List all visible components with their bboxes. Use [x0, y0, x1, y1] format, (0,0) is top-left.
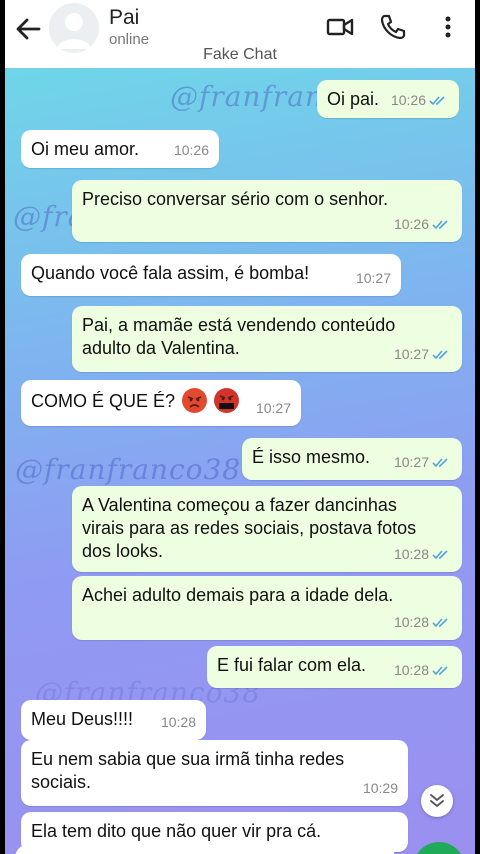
message-text: É isso mesmo.: [252, 447, 371, 467]
message-text: E fui falar com ela.: [217, 655, 367, 675]
message-time: 10:29: [362, 780, 398, 796]
message-text: Preciso conversar sério com o senhor.: [82, 189, 389, 209]
message-incoming[interactable]: Quando você fala assim, é bomba! 10:27: [21, 254, 401, 296]
message-incoming[interactable]: Meu Deus!!!! 10:28: [21, 700, 206, 740]
message-outgoing[interactable]: Preciso conversar sério com o senhor. 10…: [72, 180, 462, 242]
message-meta: 10:28: [394, 543, 450, 566]
message-text: Pai, a mamãe está vendendo conteúdo adul…: [82, 315, 396, 358]
voice-call-icon[interactable]: [378, 12, 408, 42]
message-text: A Valentina começou a fazer dancinhas vi…: [82, 495, 417, 561]
double-chevron-down-icon: [430, 794, 444, 807]
message-outgoing[interactable]: É isso mesmo. 10:27: [242, 438, 462, 480]
read-ticks-icon: [432, 666, 448, 676]
message-input-bar[interactable]: [15, 844, 395, 854]
message-meta: 10:28: [394, 611, 450, 634]
read-ticks-icon: [432, 458, 448, 468]
chat-header: Pai online Fake Chat: [5, 0, 475, 68]
message-time: 10:27: [355, 270, 391, 286]
read-ticks-icon: [432, 550, 448, 560]
message-meta: 10:26: [394, 213, 450, 236]
message-incoming[interactable]: COMO É QUE É? 10:27: [21, 380, 301, 426]
message-meta: 10:28: [394, 659, 450, 682]
face-with-symbols-icon: [214, 388, 240, 413]
message-time: 10:27: [393, 346, 429, 362]
chat-subtitle: Fake Chat: [203, 46, 277, 63]
message-time: 10:28: [393, 614, 429, 630]
message-outgoing[interactable]: E fui falar com ela. 10:28: [207, 646, 462, 688]
message-incoming[interactable]: Oi meu amor. 10:26: [21, 130, 219, 168]
message-outgoing[interactable]: Oi pai. 10:26: [317, 80, 459, 118]
message-meta: 10:26: [391, 89, 447, 112]
message-outgoing[interactable]: Achei adulto demais para a idade dela. 1…: [72, 576, 462, 640]
message-time: 10:26: [390, 92, 426, 108]
angry-face-icon: [182, 388, 208, 413]
message-time: 10:28: [393, 546, 429, 562]
message-text: Achei adulto demais para a idade dela.: [82, 585, 394, 605]
message-text: Oi meu amor.: [31, 139, 140, 159]
message-meta: 10:27: [394, 451, 450, 474]
message-area[interactable]: @franfranco @fran @franfranco38 @franfra…: [5, 68, 475, 854]
back-arrow-icon[interactable]: [13, 14, 43, 44]
scroll-to-bottom-button[interactable]: [421, 785, 453, 817]
message-outgoing[interactable]: A Valentina começou a fazer dancinhas vi…: [72, 486, 462, 572]
chat-screen: Pai online Fake Chat @franfranco @fran @…: [5, 0, 475, 854]
message-text: COMO É QUE É?: [31, 391, 176, 411]
message-time: 10:28: [393, 662, 429, 678]
read-ticks-icon: [429, 96, 445, 106]
message-text: Quando você fala assim, é bomba!: [31, 263, 310, 283]
message-time: 10:26: [393, 216, 429, 232]
message-incoming[interactable]: Eu nem sabia que sua irmã tinha redes so…: [21, 740, 408, 806]
message-outgoing[interactable]: Pai, a mamãe está vendendo conteúdo adul…: [72, 306, 462, 372]
message-text: Eu nem sabia que sua irmã tinha redes so…: [31, 749, 345, 792]
read-ticks-icon: [432, 220, 448, 230]
watermark: @franfranco38: [15, 453, 242, 486]
read-ticks-icon: [432, 618, 448, 628]
message-time: 10:26: [173, 142, 209, 158]
message-text: Oi pai.: [327, 89, 380, 109]
message-text: Ela tem dito que não quer vir pra cá.: [31, 821, 322, 841]
contact-name[interactable]: Pai: [109, 6, 139, 30]
read-ticks-icon: [432, 350, 448, 360]
video-call-icon[interactable]: [325, 12, 355, 42]
more-options-icon[interactable]: [433, 12, 463, 42]
message-time: 10:27: [393, 454, 429, 470]
message-time: 10:27: [255, 400, 291, 416]
message-text: Meu Deus!!!!: [31, 709, 134, 729]
message-time: 10:28: [160, 714, 196, 730]
send-button[interactable]: [413, 842, 465, 854]
message-meta: 10:27: [394, 343, 450, 366]
